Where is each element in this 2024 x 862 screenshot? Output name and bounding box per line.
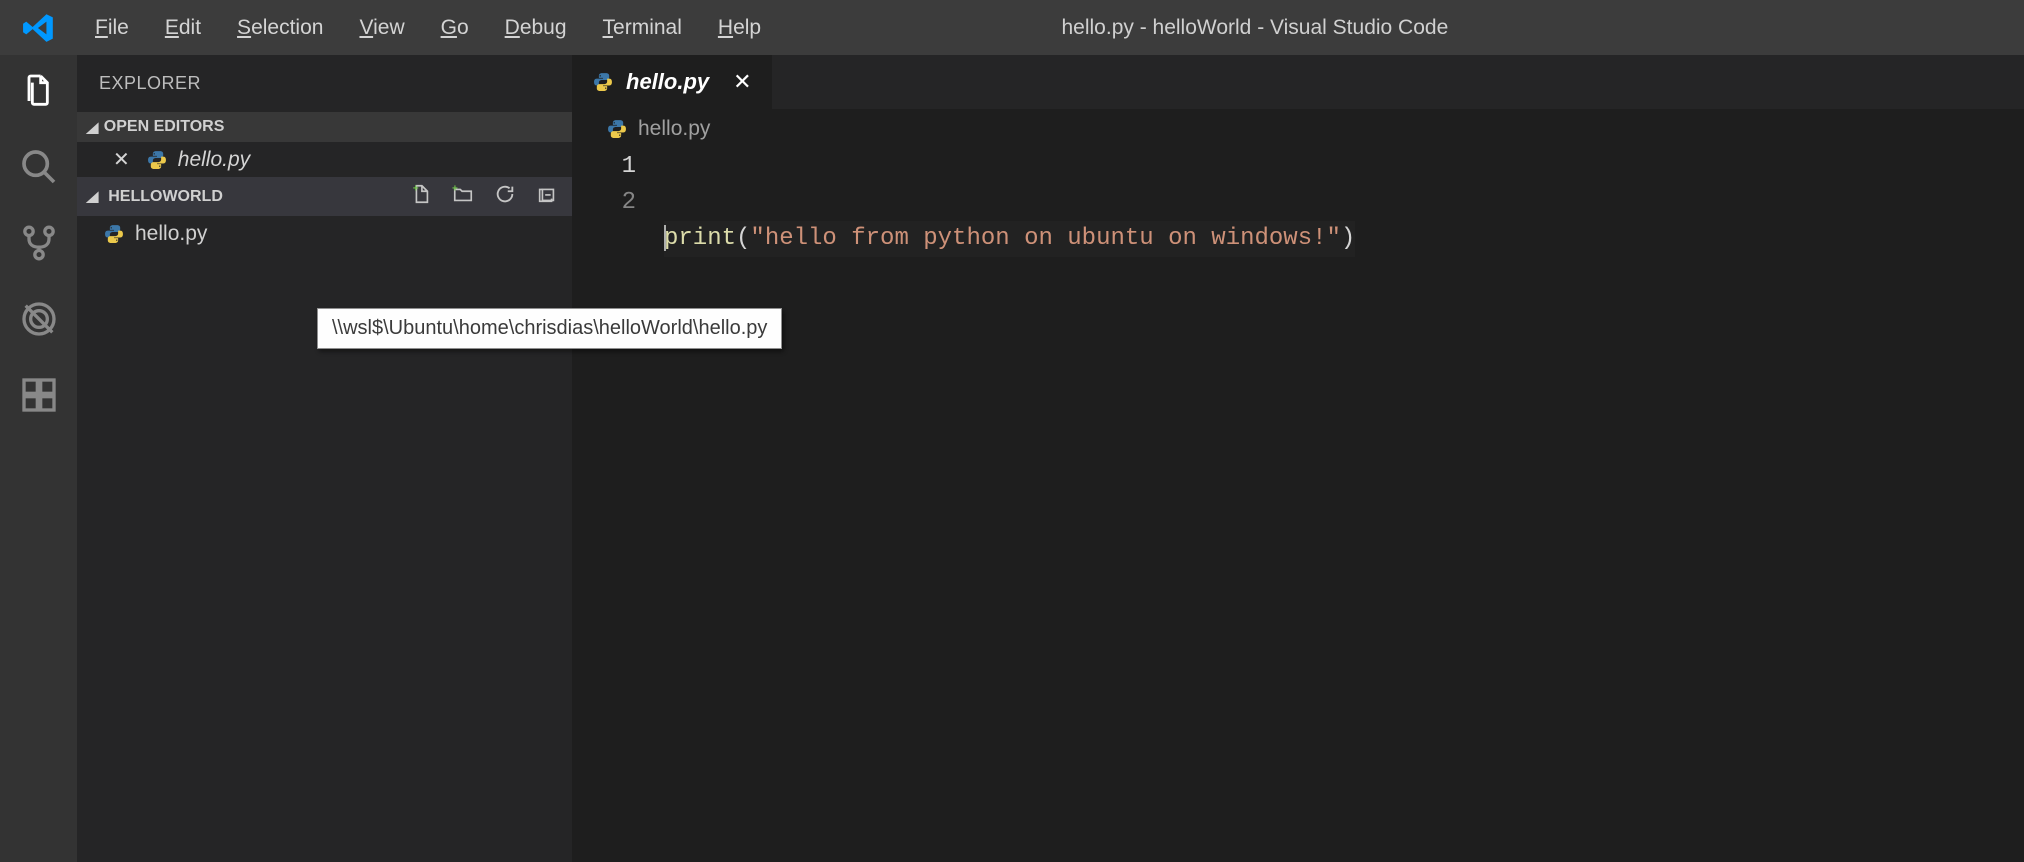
breadcrumb-filename: hello.py — [638, 117, 710, 141]
debug-icon[interactable] — [15, 295, 63, 343]
editor: hello.py ✕ hello.py 1 2 print("hello fro… — [572, 55, 2024, 862]
activity-bar — [0, 55, 77, 862]
menu-view[interactable]: View — [341, 10, 422, 46]
open-editor-item[interactable]: ✕ hello.py — [77, 142, 572, 177]
code-area[interactable]: 1 2 print("hello from python on ubuntu o… — [572, 149, 2024, 862]
open-editors-header[interactable]: ◢ OPEN EDITORS — [77, 112, 572, 142]
explorer-icon[interactable] — [15, 67, 63, 115]
line-number: 1 — [572, 149, 636, 185]
code-line[interactable]: print("hello from python on ubuntu on wi… — [664, 221, 1355, 257]
chevron-down-icon: ◢ — [86, 188, 98, 205]
menu-debug[interactable]: Debug — [487, 10, 585, 46]
titlebar: File Edit Selection View Go Debug Termin… — [0, 0, 2024, 55]
python-icon — [146, 149, 168, 171]
python-icon — [103, 223, 125, 245]
menu-help[interactable]: Help — [700, 10, 779, 46]
python-icon — [592, 71, 614, 93]
search-icon[interactable] — [15, 143, 63, 191]
code-content[interactable]: print("hello from python on ubuntu on wi… — [664, 149, 1355, 862]
menu-terminal[interactable]: Terminal — [585, 10, 700, 46]
new-folder-icon[interactable]: + — [452, 183, 474, 210]
folder-file-name: hello.py — [135, 222, 207, 246]
menu-file[interactable]: File — [77, 10, 147, 46]
open-editor-filename: hello.py — [178, 148, 250, 172]
menu-go[interactable]: Go — [423, 10, 487, 46]
menu-bar: File Edit Selection View Go Debug Termin… — [77, 10, 779, 46]
editor-tab[interactable]: hello.py ✕ — [572, 55, 773, 109]
chevron-down-icon: ◢ — [86, 119, 98, 136]
window-title: hello.py - helloWorld - Visual Studio Co… — [1061, 16, 1448, 40]
svg-text:+: + — [452, 183, 458, 194]
folder-header[interactable]: ◢ HELLOWORLD + + — [77, 177, 572, 216]
menu-selection[interactable]: Selection — [219, 10, 341, 46]
line-number: 2 — [572, 185, 636, 221]
vscode-logo-icon — [0, 11, 77, 45]
folder-file-item[interactable]: hello.py — [77, 216, 572, 252]
editor-tabs: hello.py ✕ — [572, 55, 2024, 109]
python-icon — [606, 118, 628, 140]
close-icon[interactable]: ✕ — [113, 147, 136, 172]
collapse-all-icon[interactable] — [536, 183, 558, 210]
extensions-icon[interactable] — [15, 371, 63, 419]
sidebar: EXPLORER ◢ OPEN EDITORS ✕ hello.py ◢ HEL… — [77, 55, 572, 862]
menu-edit[interactable]: Edit — [147, 10, 219, 46]
breadcrumbs[interactable]: hello.py — [572, 109, 2024, 149]
source-control-icon[interactable] — [15, 219, 63, 267]
close-tab-icon[interactable]: ✕ — [721, 69, 751, 95]
svg-text:+: + — [413, 183, 419, 194]
sidebar-title: EXPLORER — [77, 55, 572, 112]
line-gutter: 1 2 — [572, 149, 664, 862]
folder-label: HELLOWORLD — [108, 188, 223, 205]
tab-filename: hello.py — [626, 69, 709, 95]
new-file-icon[interactable]: + — [410, 183, 432, 210]
open-editors-label: OPEN EDITORS — [104, 118, 225, 136]
refresh-icon[interactable] — [494, 183, 516, 210]
file-path-tooltip: \\wsl$\Ubuntu\home\chrisdias\helloWorld\… — [317, 308, 782, 349]
